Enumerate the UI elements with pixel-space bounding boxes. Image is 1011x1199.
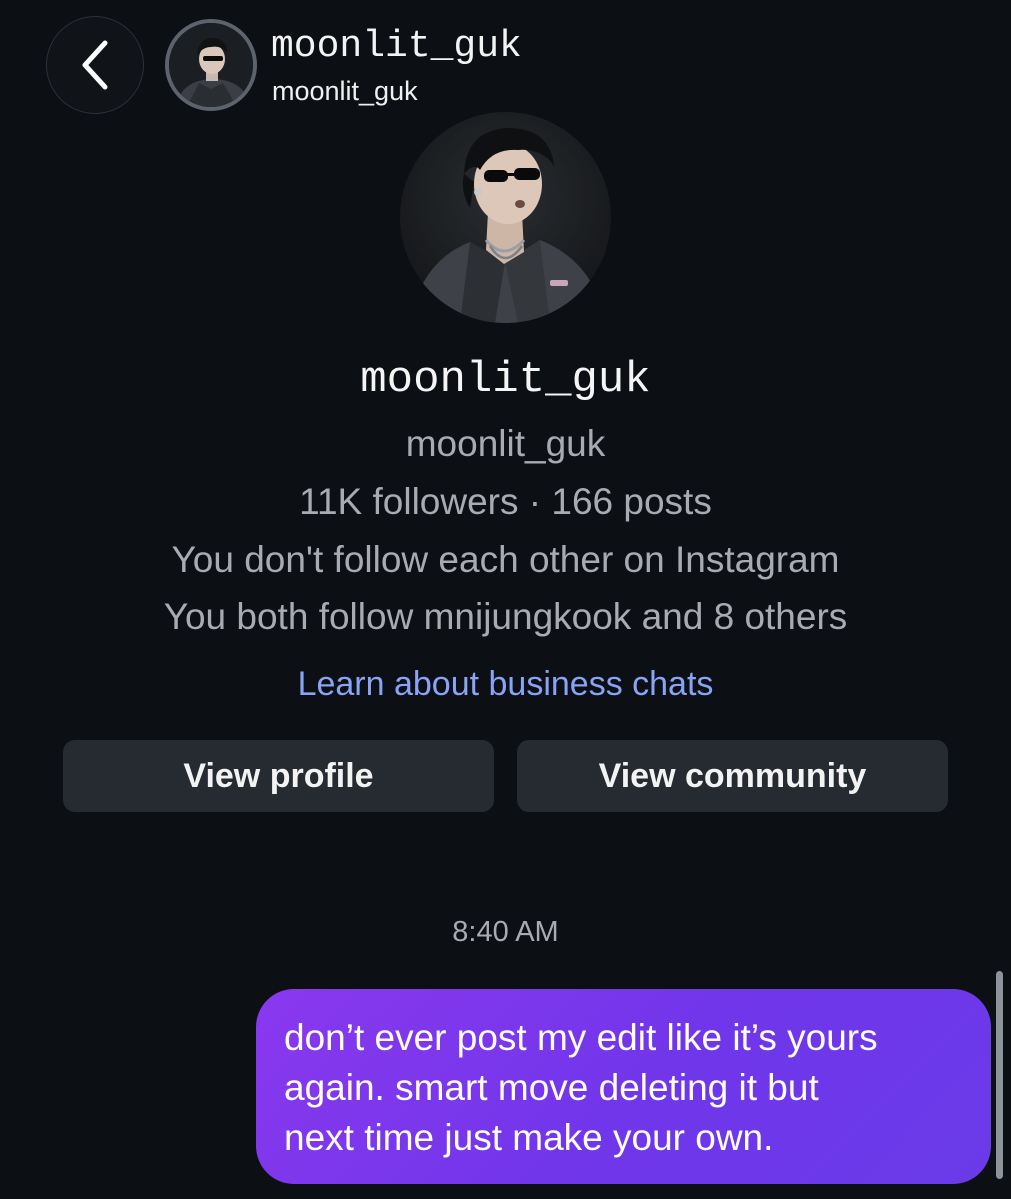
profile-avatar[interactable] — [400, 112, 611, 323]
profile-display-name: moonlit_guk — [360, 355, 651, 405]
profile-username: moonlit_guk — [405, 423, 606, 464]
message-timestamp: 8:40 AM — [452, 916, 559, 948]
follow-status-text: You don't follow each other on Instagram — [171, 539, 840, 580]
scrollbar[interactable] — [996, 971, 1003, 1179]
back-button[interactable] — [46, 16, 144, 114]
message-line: don’t ever post my edit like it’s yours — [284, 1017, 878, 1058]
header-avatar[interactable] — [165, 19, 257, 111]
view-community-button[interactable]: View community — [517, 740, 948, 812]
sent-message-bubble[interactable]: don’t ever post my edit like it’s yours … — [256, 989, 991, 1184]
header-username[interactable]: moonlit_guk — [272, 78, 418, 105]
profile-stats: 11K followers · 166 posts — [299, 481, 712, 522]
message-line: next time just make your own. — [284, 1117, 774, 1158]
view-profile-button[interactable]: View profile — [63, 740, 494, 812]
chevron-left-icon — [82, 40, 108, 90]
header-display-name[interactable]: moonlit_guk — [271, 28, 522, 66]
message-line: again. smart move deleting it but — [284, 1067, 819, 1108]
learn-business-chats-link[interactable]: Learn about business chats — [0, 667, 1011, 701]
mutual-follows-text: You both follow mnijungkook and 8 others — [163, 596, 848, 637]
